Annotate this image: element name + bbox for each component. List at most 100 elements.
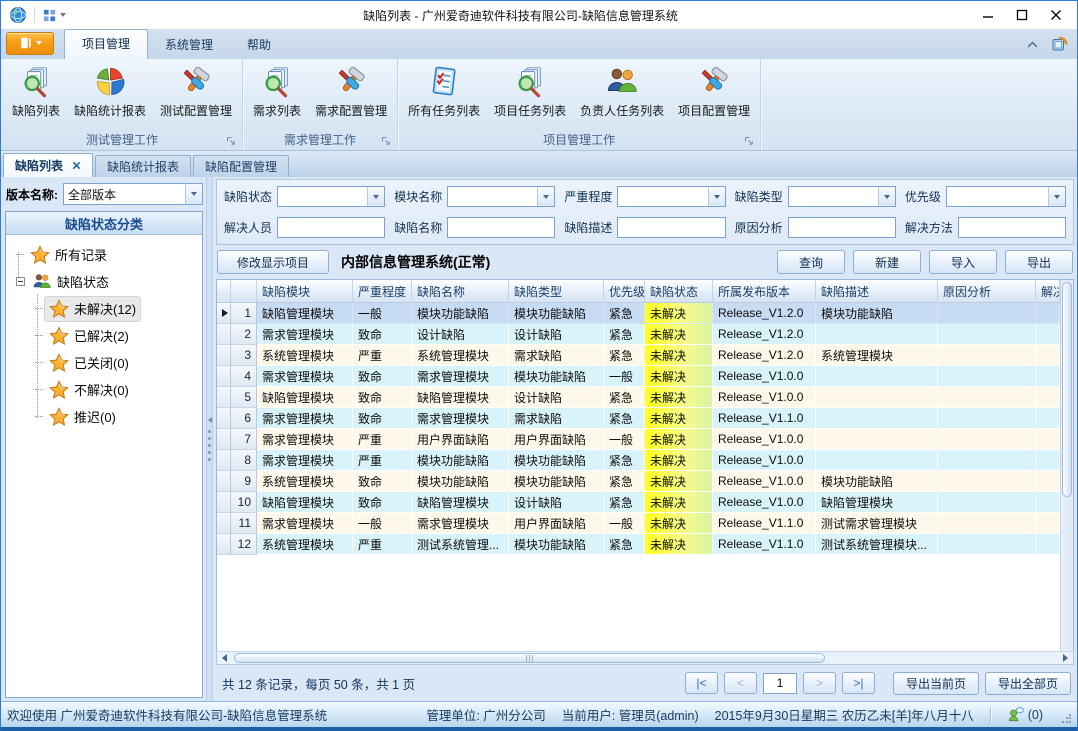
ribbon-button-project-tasks[interactable]: 项目任务列表	[487, 62, 573, 121]
filter-solution-value[interactable]	[959, 218, 1065, 237]
filter-defect-status-value[interactable]	[278, 187, 367, 206]
filter-cause-analysis-value[interactable]	[789, 218, 895, 237]
filter-defect-status-select[interactable]	[277, 186, 385, 207]
filter-cause-analysis-input[interactable]	[788, 217, 896, 238]
filter-priority-select[interactable]	[946, 186, 1066, 207]
table-row[interactable]: 11需求管理模块一般需求管理模块用户界面缺陷一般未解决Release_V1.1.…	[217, 513, 1060, 534]
last-page-button[interactable]: >|	[842, 672, 875, 694]
ribbon-button-defect-list[interactable]: 缺陷列表	[5, 62, 67, 121]
page-number-input[interactable]	[763, 673, 797, 694]
table-row[interactable]: 12系统管理模块严重测试系统管理...模块功能缺陷紧急未解决Release_V1…	[217, 534, 1060, 555]
close-icon[interactable]	[72, 161, 81, 170]
filter-defect-name-input[interactable]	[447, 217, 555, 238]
ribbon-button-project-config[interactable]: 项目配置管理	[671, 62, 757, 121]
filter-resolver-value[interactable]	[278, 218, 384, 237]
minimize-button[interactable]	[971, 4, 1005, 26]
export-current-page-button[interactable]: 导出当前页	[893, 672, 979, 695]
ribbon-button-all-tasks[interactable]: 所有任务列表	[401, 62, 487, 121]
chevron-down-icon[interactable]	[708, 187, 725, 206]
column-header-type[interactable]: 缺陷类型	[509, 280, 604, 302]
ribbon-help-icon[interactable]	[1051, 35, 1069, 53]
column-header-severity[interactable]: 严重程度	[353, 280, 412, 302]
maximize-button[interactable]	[1005, 4, 1039, 26]
column-header-name[interactable]: 缺陷名称	[412, 280, 509, 302]
filter-module-name-value[interactable]	[448, 187, 537, 206]
query-button[interactable]: 查询	[777, 250, 845, 274]
horizontal-scrollbar-thumb[interactable]	[234, 653, 825, 663]
tree-item-defect-status[interactable]: 缺陷状态	[10, 268, 200, 295]
tree-item-postponed[interactable]: 推迟(0)	[10, 403, 200, 430]
filter-solution-input[interactable]	[958, 217, 1066, 238]
column-header-priority[interactable]: 优先级	[604, 280, 645, 302]
prev-page-button[interactable]: <	[724, 672, 757, 694]
column-header-solution[interactable]: 解决方法	[1036, 280, 1060, 302]
filter-defect-type-select[interactable]	[788, 186, 896, 207]
table-row[interactable]: 6需求管理模块致命需求管理模块需求缺陷紧急未解决Release_V1.1.0	[217, 408, 1060, 429]
table-row[interactable]: 8需求管理模块严重模块功能缺陷模块功能缺陷紧急未解决Release_V1.0.0	[217, 450, 1060, 471]
table-row[interactable]: 10缺陷管理模块致命缺陷管理模块设计缺陷紧急未解决Release_V1.0.0缺…	[217, 492, 1060, 513]
ribbon-button-defect-stats-report[interactable]: 缺陷统计报表	[67, 62, 153, 121]
horizontal-scrollbar[interactable]	[216, 651, 1074, 665]
export-button[interactable]: 导出	[1005, 250, 1073, 274]
close-button[interactable]	[1039, 4, 1073, 26]
chevron-down-icon[interactable]	[367, 187, 384, 206]
column-header-status[interactable]: 缺陷状态	[645, 280, 713, 302]
chevron-down-icon[interactable]	[537, 187, 554, 206]
table-row[interactable]: 2需求管理模块致命设计缺陷设计缺陷紧急未解决Release_V1.2.0	[217, 324, 1060, 345]
dialog-launcher-icon[interactable]	[381, 136, 391, 146]
table-row[interactable]: 4需求管理模块致命需求管理模块模块功能缺陷一般未解决Release_V1.0.0	[217, 366, 1060, 387]
quick-access-grid-icon[interactable]	[38, 8, 70, 23]
ribbon-tab-system-management[interactable]: 系统管理	[148, 31, 230, 59]
resize-grip[interactable]	[1061, 714, 1071, 724]
table-row[interactable]: 9系统管理模块致命模块功能缺陷模块功能缺陷紧急未解决Release_V1.0.0…	[217, 471, 1060, 492]
doc-tab-defect-stats-report[interactable]: 缺陷统计报表	[95, 155, 191, 177]
ribbon-button-test-config[interactable]: 测试配置管理	[153, 62, 239, 121]
vertical-scrollbar-thumb[interactable]	[1062, 282, 1072, 497]
ribbon-button-requirement-list[interactable]: 需求列表	[246, 62, 308, 121]
chevron-down-icon[interactable]	[1048, 187, 1065, 206]
tree-item-unresolved[interactable]: 未解决(12)	[10, 295, 200, 322]
doc-tab-defect-list[interactable]: 缺陷列表	[3, 153, 93, 177]
splitter-handle[interactable]	[206, 177, 213, 701]
tree-item-all-records[interactable]: 所有记录	[10, 241, 200, 268]
filter-defect-desc-value[interactable]	[618, 218, 724, 237]
column-header-module[interactable]: 缺陷模块	[257, 280, 353, 302]
version-select[interactable]: 全部版本	[63, 183, 203, 205]
vertical-scrollbar[interactable]	[1060, 280, 1073, 651]
dialog-launcher-icon[interactable]	[744, 136, 754, 146]
filter-defect-desc-input[interactable]	[617, 217, 725, 238]
app-menu-button[interactable]	[6, 32, 54, 55]
column-header-desc[interactable]: 缺陷描述	[816, 280, 938, 302]
ribbon-button-owner-tasks[interactable]: 负责人任务列表	[573, 62, 671, 121]
chevron-down-icon[interactable]	[185, 184, 202, 204]
statusbar-messages[interactable]: (0)	[1007, 706, 1043, 723]
dialog-launcher-icon[interactable]	[226, 136, 236, 146]
first-page-button[interactable]: |<	[685, 672, 718, 694]
filter-module-name-select[interactable]	[447, 186, 555, 207]
export-all-pages-button[interactable]: 导出全部页	[985, 672, 1071, 695]
tree-item-wont-fix[interactable]: 不解决(0)	[10, 376, 200, 403]
filter-priority-value[interactable]	[947, 187, 1048, 206]
chevron-down-icon[interactable]	[878, 187, 895, 206]
filter-resolver-input[interactable]	[277, 217, 385, 238]
next-page-button[interactable]: >	[803, 672, 836, 694]
ribbon-collapse-icon[interactable]	[1026, 40, 1039, 49]
filter-severity-select[interactable]	[617, 186, 725, 207]
tree-collapse-toggle[interactable]	[16, 277, 25, 286]
column-header-analysis[interactable]: 原因分析	[938, 280, 1036, 302]
modify-columns-button[interactable]: 修改显示项目	[217, 250, 329, 274]
ribbon-tab-help[interactable]: 帮助	[230, 31, 288, 59]
table-row[interactable]: 5缺陷管理模块致命缺陷管理模块设计缺陷紧急未解决Release_V1.0.0	[217, 387, 1060, 408]
filter-severity-value[interactable]	[618, 187, 707, 206]
new-button[interactable]: 新建	[853, 250, 921, 274]
column-header-release[interactable]: 所属发布版本	[713, 280, 816, 302]
table-row[interactable]: 7需求管理模块严重用户界面缺陷用户界面缺陷一般未解决Release_V1.0.0	[217, 429, 1060, 450]
scroll-left-icon[interactable]	[217, 652, 232, 664]
doc-tab-defect-config[interactable]: 缺陷配置管理	[193, 155, 289, 177]
tree-item-resolved[interactable]: 已解决(2)	[10, 322, 200, 349]
tree-item-closed[interactable]: 已关闭(0)	[10, 349, 200, 376]
import-button[interactable]: 导入	[929, 250, 997, 274]
table-row[interactable]: 1缺陷管理模块一般模块功能缺陷模块功能缺陷紧急未解决Release_V1.2.0…	[217, 303, 1060, 324]
ribbon-button-requirement-config[interactable]: 需求配置管理	[308, 62, 394, 121]
ribbon-tab-project-management[interactable]: 项目管理	[64, 29, 148, 59]
